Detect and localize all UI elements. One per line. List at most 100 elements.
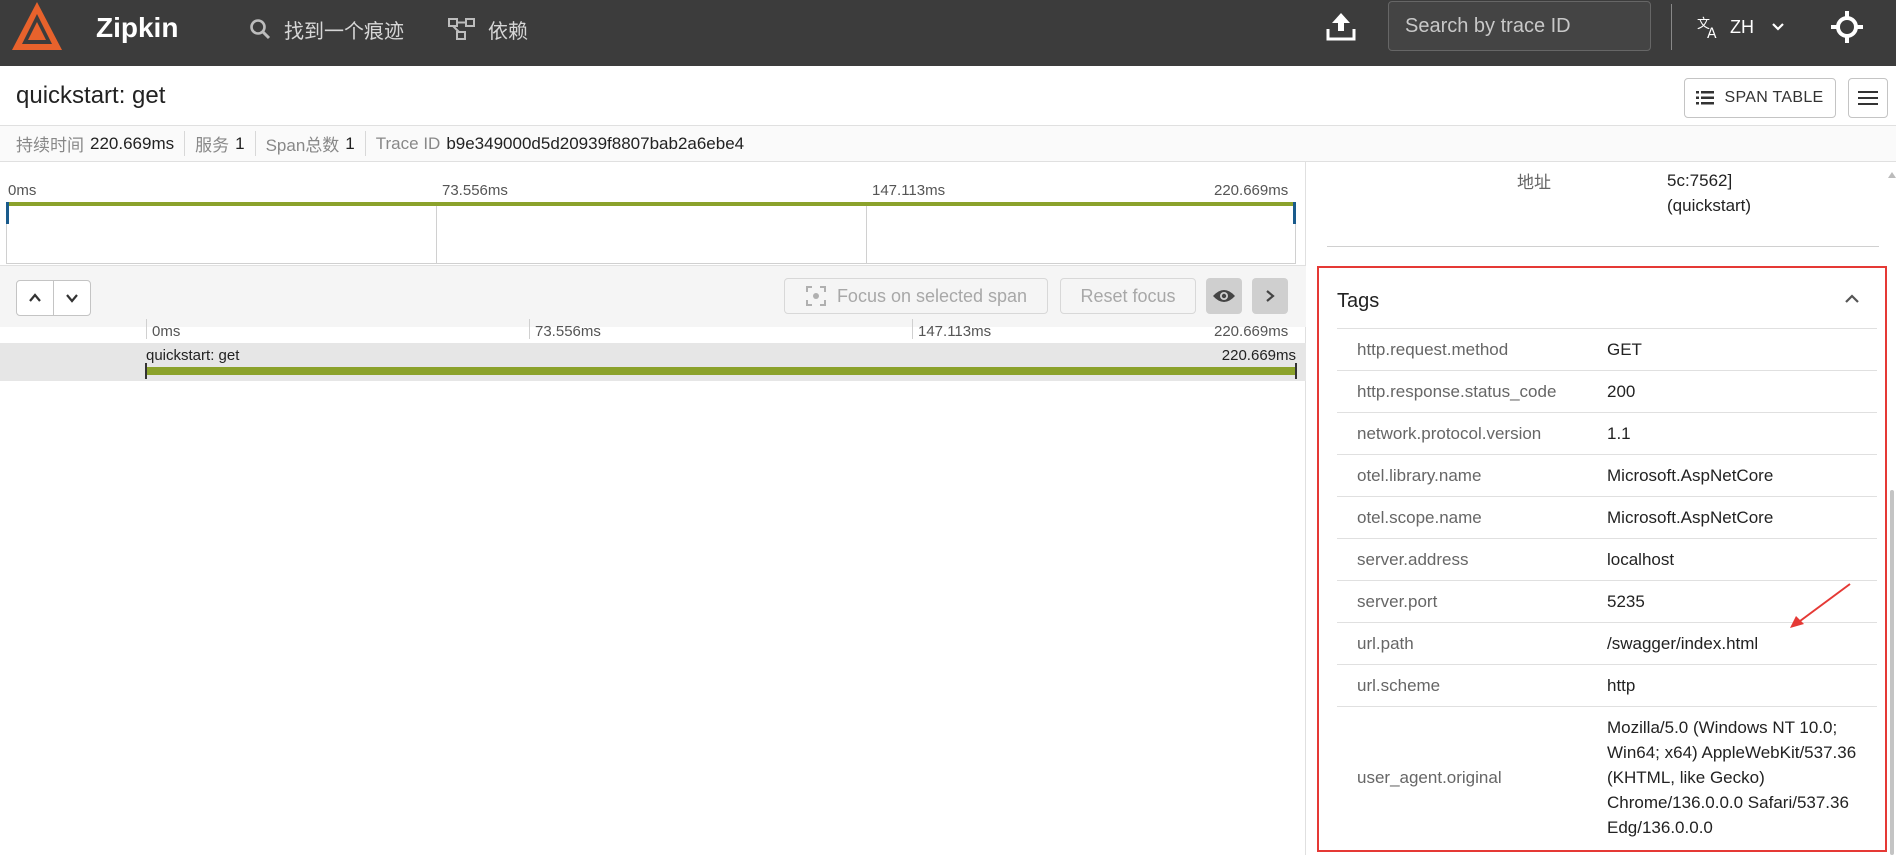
timeline-toolbar: Focus on selected span Reset focus <box>0 265 1306 327</box>
top-app-bar: Zipkin 找到一个痕迹 依赖 Search by trace ID 文 A … <box>0 0 1896 66</box>
tag-value: localhost <box>1607 550 1675 569</box>
search-icon <box>250 19 271 40</box>
tag-key: http.response.status_code <box>1357 381 1557 401</box>
span-duration: 220.669ms <box>1221 347 1296 364</box>
span-duration-bar <box>146 367 1296 375</box>
open-detail-button[interactable] <box>1252 278 1288 314</box>
upload-icon[interactable] <box>1324 10 1358 44</box>
nav-deps-label: 依赖 <box>488 20 528 43</box>
translate-icon: 文 A <box>1697 17 1717 40</box>
timeline-gridline <box>146 319 147 339</box>
tag-key: http.request.method <box>1357 339 1509 359</box>
detail-scrollbar[interactable] <box>1890 490 1894 855</box>
services-label: 服务 <box>195 136 230 155</box>
span-bar-end-marker <box>1295 363 1297 379</box>
trace-summary: 持续时间 220.669ms 服务 1 Span总数 1 Trace ID b9… <box>0 126 1896 162</box>
theme-settings-icon[interactable] <box>1830 10 1864 44</box>
toggle-visibility-button[interactable] <box>1206 278 1242 314</box>
trace-id-search-input[interactable]: Search by trace ID <box>1388 1 1651 51</box>
tags-panel: Tags http.request.method GET http.respon… <box>1317 266 1887 852</box>
span-table-button[interactable]: SPAN TABLE <box>1684 78 1836 118</box>
list-icon <box>1696 91 1715 105</box>
focus-selected-span-button[interactable]: Focus on selected span <box>784 278 1048 314</box>
eye-icon <box>1213 290 1235 302</box>
tag-row: http.request.method GET <box>1337 328 1877 370</box>
timeline-axis: 0ms 73.556ms 147.113ms 220.669ms <box>0 319 1306 343</box>
timeline-gridline <box>529 319 530 339</box>
reset-focus-button[interactable]: Reset focus <box>1060 278 1196 314</box>
chevron-up-icon[interactable] <box>1843 290 1861 308</box>
nav-dependencies[interactable]: 依赖 <box>448 14 528 44</box>
minimap-tick: 220.669ms <box>1214 182 1289 199</box>
spans-label: Span总数 <box>265 136 340 155</box>
timeline-tick: 73.556ms <box>535 323 601 340</box>
spans-value: 1 <box>345 133 355 153</box>
tag-value: 1.1 <box>1607 424 1631 443</box>
page-title: quickstart: get <box>16 82 166 109</box>
address-line: (quickstart) <box>1667 196 1752 215</box>
tag-key: server.port <box>1357 591 1438 611</box>
language-selector[interactable]: 文 A ZH <box>1696 12 1788 42</box>
svg-text:A: A <box>1707 26 1717 40</box>
span-name: quickstart: get <box>146 347 240 364</box>
tag-row: server.address localhost <box>1337 538 1877 580</box>
tag-value: GET <box>1607 340 1642 359</box>
services-value: 1 <box>235 133 245 153</box>
tag-row: network.protocol.version 1.1 <box>1337 412 1877 454</box>
tag-key: user_agent.original <box>1357 767 1502 787</box>
minimap-canvas <box>6 202 1296 264</box>
focus-label: Focus on selected span <box>836 285 1028 306</box>
zipkin-logo-icon[interactable] <box>10 0 64 54</box>
trace-id-value: b9e349000d5d20939f8807bab2a6ebe4 <box>446 133 745 153</box>
tag-key: url.path <box>1357 633 1414 653</box>
tag-key: otel.scope.name <box>1357 507 1482 527</box>
timeline-pane: 0ms 73.556ms 147.113ms 220.669ms Focus o… <box>0 162 1306 855</box>
language-code: ZH <box>1730 16 1754 37</box>
chevron-right-icon <box>1266 290 1275 302</box>
scroll-up-icon[interactable] <box>1888 170 1896 180</box>
minimap-span-bar <box>6 202 1296 206</box>
tag-row: user_agent.original Mozilla/5.0 (Windows… <box>1337 706 1877 848</box>
summary-trace-id: Trace ID b9e349000d5d20939f8807bab2a6ebe… <box>376 134 754 154</box>
nav-find-trace[interactable]: 找到一个痕迹 <box>248 14 404 44</box>
span-table-label: SPAN TABLE <box>1724 89 1824 106</box>
tag-key: network.protocol.version <box>1357 423 1542 443</box>
tag-value: Microsoft.AspNetCore <box>1607 466 1774 485</box>
chevron-up-icon <box>29 293 41 302</box>
tag-row: http.response.status_code 200 <box>1337 370 1877 412</box>
tag-value: Mozilla/5.0 (Windows NT 10.0; Win64; x64… <box>1607 718 1857 837</box>
address-line: 5c:7562] <box>1667 171 1733 190</box>
summary-services: 服务 1 <box>195 131 256 156</box>
duration-label: 持续时间 <box>16 136 84 155</box>
tag-value: 200 <box>1607 382 1636 401</box>
minimap-left-handle[interactable] <box>6 202 9 224</box>
minimap-right-handle[interactable] <box>1293 202 1296 224</box>
span-row[interactable]: quickstart: get 220.669ms <box>0 343 1306 381</box>
trace-id-label: Trace ID <box>375 133 441 153</box>
tag-key: server.address <box>1357 549 1469 569</box>
tags-title[interactable]: Tags <box>1337 290 1379 313</box>
brand-name[interactable]: Zipkin <box>96 12 178 44</box>
chevron-down-icon <box>66 294 78 303</box>
minimap-tick: 147.113ms <box>872 182 946 199</box>
minimap-gridline <box>866 202 867 264</box>
minimap-tick: 0ms <box>8 182 37 199</box>
dependencies-icon <box>448 18 475 40</box>
timeline-tick: 147.113ms <box>918 323 992 340</box>
span-detail-pane: 地址 5c:7562] (quickstart) Tags http.reque… <box>1307 162 1896 855</box>
address-label: 地址 <box>1517 173 1551 192</box>
tag-key: otel.library.name <box>1357 465 1482 485</box>
trace-header: quickstart: get SPAN TABLE <box>0 66 1896 126</box>
address-value: 5c:7562] (quickstart) <box>1667 168 1751 218</box>
expand-down-button[interactable] <box>53 280 91 316</box>
tag-value: http <box>1607 676 1636 695</box>
tag-row: otel.scope.name Microsoft.AspNetCore <box>1337 496 1877 538</box>
timeline-tick: 0ms <box>152 323 181 340</box>
menu-button[interactable] <box>1848 78 1888 118</box>
expand-up-button[interactable] <box>16 280 54 316</box>
hamburger-icon <box>1858 91 1878 105</box>
center-focus-icon <box>805 286 826 306</box>
tag-row: url.scheme http <box>1337 664 1877 706</box>
span-bar-start-marker <box>145 363 147 379</box>
timeline-tick: 220.669ms <box>1214 323 1289 340</box>
